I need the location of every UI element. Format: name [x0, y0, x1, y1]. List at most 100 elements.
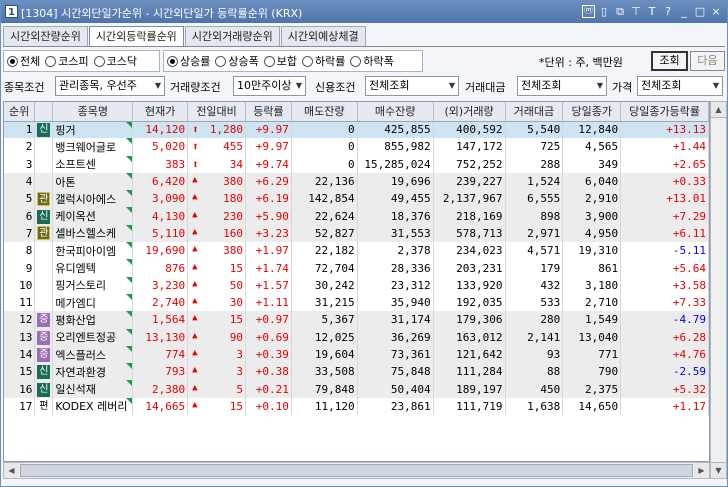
- pin-icon[interactable]: ⊤: [629, 4, 643, 19]
- help-icon[interactable]: ?: [661, 4, 675, 19]
- vertical-scrollbar[interactable]: ▲ ▼: [710, 101, 727, 479]
- trade-amount-select[interactable]: 전체조회 ▼: [517, 76, 607, 96]
- table-row[interactable]: 11 메가엠디 2,740 ▲ 30 +1.11 31,215 35,940 192,035 53…: [4, 293, 709, 312]
- scroll-right-icon[interactable]: ▶: [694, 463, 709, 478]
- rate-cell: +0.97: [245, 311, 292, 329]
- rank-cell: 5: [4, 190, 36, 208]
- radio-rise-amount[interactable]: 상승폭: [215, 53, 259, 69]
- col-header-amount[interactable]: 거래대금: [505, 102, 564, 122]
- link-icon[interactable]: ▯: [597, 4, 611, 19]
- table-row[interactable]: 14 증 엑스플러스 774 ▲ 3 +0.39 19,604 73,361 121,642 93 7…: [4, 345, 709, 364]
- chevron-down-icon[interactable]: ▼: [293, 77, 305, 95]
- price-select[interactable]: 전체조회 ▼: [637, 76, 723, 96]
- chevron-down-icon[interactable]: ▼: [594, 77, 606, 95]
- table-row[interactable]: 5 관 갤럭시아에스 3,090 ▲ 180 +6.19 142,854 49,455 2,137…: [4, 190, 709, 208]
- chevron-down-icon[interactable]: ▼: [446, 77, 458, 95]
- query-button[interactable]: 조회: [651, 51, 688, 71]
- up-triangle-icon: ▲: [192, 330, 198, 341]
- tab-change-rate-rank[interactable]: 시간외등락률순위: [88, 26, 184, 47]
- radio-dot[interactable]: [215, 55, 227, 67]
- col-header-sell-remaining[interactable]: 매도잔량: [291, 102, 358, 122]
- change-cell: ▲ 90: [187, 328, 246, 346]
- radio-kospi[interactable]: 코스피: [45, 53, 89, 69]
- table-row[interactable]: 9 유디엠텍 876 ▲ 15 +1.74 72,704 28,336 203,231 179 86…: [4, 259, 709, 277]
- chevron-down-icon[interactable]: ▼: [710, 77, 722, 95]
- next-button[interactable]: 다음: [690, 51, 725, 71]
- tab-remaining-rank[interactable]: 시간외잔량순위: [3, 26, 88, 47]
- close-icon[interactable]: ×: [709, 4, 723, 19]
- radio-dot[interactable]: [7, 55, 18, 67]
- stock-status-badge: 편: [39, 400, 49, 412]
- minimize-icon[interactable]: _: [677, 4, 691, 19]
- credit-condition-select[interactable]: 전체조회 ▼: [365, 76, 459, 96]
- close-rate-cell: +0.33: [620, 172, 709, 191]
- scroll-down-icon[interactable]: ▼: [711, 462, 726, 478]
- price-cell: 19,690: [132, 242, 189, 260]
- scroll-left-icon[interactable]: ◀: [4, 463, 19, 478]
- radio-fall-rate[interactable]: 하락률: [302, 53, 345, 69]
- col-header-tag[interactable]: [34, 102, 54, 122]
- chevron-down-icon[interactable]: ▼: [152, 77, 164, 95]
- buy-remaining-cell: 49,455: [357, 190, 434, 208]
- buy-remaining-cell: 50,404: [357, 380, 434, 398]
- radio-dot[interactable]: [45, 55, 57, 67]
- radio-unchanged[interactable]: 보합: [263, 53, 297, 69]
- table-row[interactable]: 1 신 핑거 14,120 ⬆ 1,280 +9.97 0 425,855 400,592 5,54…: [4, 121, 709, 139]
- col-header-name[interactable]: 종목명: [52, 102, 134, 122]
- horizontal-scroll-thumb[interactable]: [20, 464, 693, 477]
- tab-volume-rank[interactable]: 시간외거래량순위: [184, 26, 280, 47]
- col-header-rank[interactable]: 순위: [4, 102, 36, 122]
- radio-kosdaq[interactable]: 코스닥: [93, 53, 137, 69]
- volume-cell: 400,592: [433, 121, 506, 139]
- table-row[interactable]: 16 신 일신석재 2,380 ▲ 5 +0.21 79,848 50,404 189,197 45…: [4, 380, 709, 398]
- table-row[interactable]: 15 신 자연과환경 793 ▲ 3 +0.38 33,508 75,848 111,284 88 7…: [4, 363, 709, 381]
- table-row[interactable]: 17 편 KODEX 레버리 14,665 ▲ 15 +0.10 11,120 23,861 11…: [4, 397, 709, 416]
- table-row[interactable]: 2 뱅크웨어글로 5,020 ⬆ 455 +9.97 0 855,982 147,172 725 4…: [4, 138, 709, 156]
- radio-dot[interactable]: [350, 55, 362, 67]
- tab-expected-execution[interactable]: 시간외예상체결: [280, 26, 366, 47]
- table-row[interactable]: 6 신 케이옥션 4,130 ▲ 230 +5.90 22,624 18,376 218,169 8…: [4, 207, 709, 225]
- volume-cell: 133,920: [433, 276, 506, 294]
- table-row[interactable]: 13 증 오리엔트정공 13,130 ▲ 90 +0.69 12,025 36,269 163,0…: [4, 328, 709, 346]
- table-row[interactable]: 10 핑거스토리 3,230 ▲ 50 +1.57 30,242 23,312 133,920 4…: [4, 276, 709, 294]
- radio-dot[interactable]: [263, 55, 275, 67]
- table-row[interactable]: 8 한국피아이엠 19,690 ▲ 380 +1.97 22,182 2,378 234,023…: [4, 242, 709, 260]
- change-cell: ⬆ 455: [187, 138, 246, 156]
- col-header-close-rate[interactable]: 당일종가등락률: [620, 102, 709, 122]
- maximize-icon[interactable]: □: [693, 4, 707, 19]
- horizontal-scrollbar[interactable]: ◀ ▶: [3, 462, 710, 479]
- title-bar[interactable]: 1 [1304] 시간외단일가순위 - 시간외단일가 등락률순위 (KRX) ⓜ…: [1, 1, 727, 23]
- table-row[interactable]: 7 관 셀바스헬스케 5,110 ▲ 160 +3.23 52,827 31,553 578,71…: [4, 224, 709, 243]
- volume-condition-select[interactable]: 10만주이상 ▼: [233, 76, 306, 96]
- table-row[interactable]: 4 아톤 6,420 ▲ 380 +6.29 22,136 19,696 239,227 1,52…: [4, 172, 709, 191]
- radio-dot[interactable]: [93, 55, 105, 67]
- font-icon[interactable]: T: [645, 4, 659, 19]
- radio-rise-rate[interactable]: 상승률: [167, 53, 210, 69]
- tag-cell: 신: [34, 363, 54, 381]
- close-cell: 3,180: [562, 276, 622, 294]
- radio-fall-amount[interactable]: 하락폭: [350, 53, 394, 69]
- col-header-volume[interactable]: (외)거래량: [433, 102, 506, 122]
- change-value: 34: [229, 157, 243, 171]
- rate-cell: +1.57: [245, 276, 292, 294]
- radio-dot[interactable]: [167, 55, 178, 67]
- buy-remaining-cell: 36,269: [357, 328, 434, 346]
- col-header-price[interactable]: 현재가: [132, 102, 189, 122]
- radio-all-market[interactable]: 전체: [7, 53, 40, 69]
- radio-dot[interactable]: [302, 55, 313, 67]
- scroll-up-icon[interactable]: ▲: [711, 102, 726, 118]
- col-header-buy-remaining[interactable]: 매수잔량: [357, 102, 434, 122]
- close-cell: 2,375: [562, 380, 622, 398]
- col-header-close[interactable]: 당일종가: [562, 102, 622, 122]
- stock-name-cell: 핑거: [52, 121, 134, 139]
- table-row[interactable]: 12 증 평화산업 1,564 ▲ 15 +0.97 5,367 31,174 179,306 28…: [4, 311, 709, 329]
- volume-cell: 752,252: [433, 155, 506, 173]
- col-header-rate[interactable]: 등락률: [245, 102, 292, 122]
- copy-window-icon[interactable]: ⧉: [613, 4, 627, 19]
- col-header-change[interactable]: 전일대비: [187, 102, 246, 122]
- close-rate-cell: +5.64: [620, 259, 709, 277]
- table-row[interactable]: 3 소프트센 383 ⬆ 34 +9.74 0 15,285,024 752,252 288 349…: [4, 155, 709, 173]
- sell-remaining-cell: 22,136: [291, 172, 358, 191]
- stock-condition-select[interactable]: 관리종목, 우선주 ▼: [55, 76, 165, 96]
- memo-icon[interactable]: ⓜ: [582, 5, 595, 18]
